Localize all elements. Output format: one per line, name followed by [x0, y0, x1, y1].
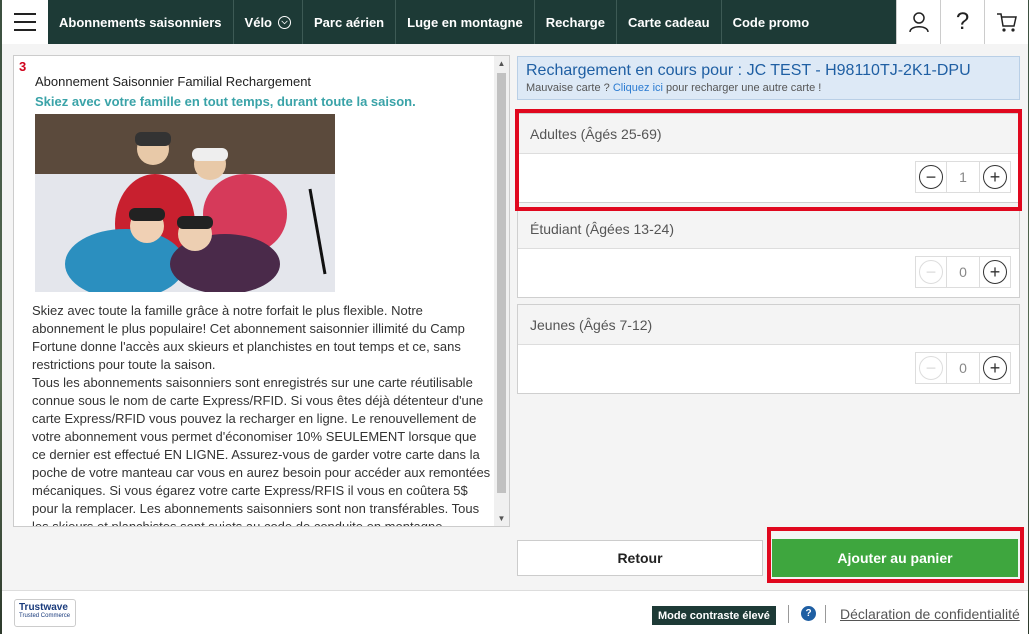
help-icon[interactable]: ?: [801, 606, 816, 621]
help-button[interactable]: ?: [940, 0, 984, 44]
reload-subtext: Mauvaise carte ? Cliquez ici pour rechar…: [526, 82, 821, 94]
reload-subtext-prefix: Mauvaise carte ?: [526, 82, 613, 94]
quantity-block-student: Étudiant (Âgées 13-24) − 0 +: [517, 208, 1020, 298]
scroll-up-arrow-icon[interactable]: ▲: [494, 56, 509, 71]
decrement-button[interactable]: −: [915, 352, 947, 384]
add-to-cart-button[interactable]: Ajouter au panier: [772, 539, 1018, 577]
nav-item-promo-code[interactable]: Code promo: [722, 0, 821, 44]
quantity-block-youth: Jeunes (Âgés 7-12) − 0 +: [517, 304, 1020, 394]
page-frame: Abonnements saisonniers Vélo ⌵ Parc aérie…: [2, 0, 1028, 634]
nav-item-reload[interactable]: Recharge: [535, 0, 617, 44]
footer-divider: [825, 605, 826, 623]
quantity-value[interactable]: 0: [947, 256, 979, 288]
footer-divider: [788, 605, 789, 623]
trustwave-seal[interactable]: Trustwave Trusted Commerce: [14, 599, 76, 627]
product-subtitle: Skiez avec votre famille en tout temps, …: [35, 94, 416, 109]
product-title: Abonnement Saisonnier Familial Rechargem…: [35, 74, 312, 89]
quantity-stepper: − 0 +: [915, 256, 1011, 288]
top-navigation: Abonnements saisonniers Vélo ⌵ Parc aérie…: [2, 0, 1028, 44]
minus-icon: −: [919, 356, 943, 380]
minus-icon: −: [919, 260, 943, 284]
description-paragraph: Skiez avec toute la famille grâce à notr…: [32, 303, 465, 372]
user-icon: [908, 12, 929, 33]
reload-info-box: Rechargement en cours pour : JC TEST - H…: [517, 56, 1020, 100]
change-card-link[interactable]: Cliquez ici: [613, 82, 663, 94]
main-menu: Abonnements saisonniers Vélo ⌵ Parc aérie…: [48, 0, 896, 44]
back-button[interactable]: Retour: [517, 540, 763, 576]
highlight-frame: [515, 109, 1022, 211]
chevron-down-icon: ⌵: [278, 15, 292, 29]
cart-button[interactable]: [984, 0, 1028, 44]
description-paragraph: Tous les abonnements saisonniers sont en…: [32, 375, 491, 527]
nav-item-bike[interactable]: Vélo ⌵: [234, 0, 304, 44]
step-number: 3: [19, 59, 27, 74]
vertical-scrollbar[interactable]: ▲ ▼: [494, 56, 509, 526]
quantity-value[interactable]: 0: [947, 352, 979, 384]
trust-name: Trustwave: [19, 602, 68, 613]
family-ski-photo: [35, 114, 335, 292]
quantity-label: Étudiant (Âgées 13-24): [518, 209, 1019, 249]
product-details-panel[interactable]: 3 Abonnement Saisonnier Familial Recharg…: [13, 55, 510, 527]
scrollbar-thumb[interactable]: [497, 73, 506, 493]
reload-title: Rechargement en cours pour : JC TEST - H…: [526, 62, 971, 79]
quantity-stepper: − 0 +: [915, 352, 1011, 384]
reload-subtext-suffix: pour recharger une autre carte !: [662, 82, 822, 94]
cart-icon: [996, 13, 1017, 32]
privacy-policy-link[interactable]: Déclaration de confidentialité: [840, 606, 1020, 622]
high-contrast-button[interactable]: Mode contraste élevé: [652, 606, 776, 625]
increment-button[interactable]: +: [979, 256, 1011, 288]
hamburger-menu-icon[interactable]: [2, 0, 48, 44]
nav-item-aerial-park[interactable]: Parc aérien: [303, 0, 397, 44]
nav-item-gift-card[interactable]: Carte cadeau: [617, 0, 722, 44]
plus-icon: +: [983, 260, 1007, 284]
question-icon: ?: [955, 8, 970, 35]
nav-item-mountain-luge[interactable]: Luge en montagne: [396, 0, 535, 44]
decrement-button[interactable]: −: [915, 256, 947, 288]
footer: Trustwave Trusted Commerce Mode contrast…: [2, 590, 1028, 634]
account-button[interactable]: [896, 0, 940, 44]
product-description: Skiez avec toute la famille grâce à notr…: [32, 302, 492, 527]
nav-item-seasonal-passes[interactable]: Abonnements saisonniers: [48, 0, 234, 44]
scroll-down-arrow-icon[interactable]: ▼: [494, 511, 509, 526]
trust-sub: Trusted Commerce: [19, 613, 71, 619]
increment-button[interactable]: +: [979, 352, 1011, 384]
plus-icon: +: [983, 356, 1007, 380]
quantity-label: Jeunes (Âgés 7-12): [518, 305, 1019, 345]
